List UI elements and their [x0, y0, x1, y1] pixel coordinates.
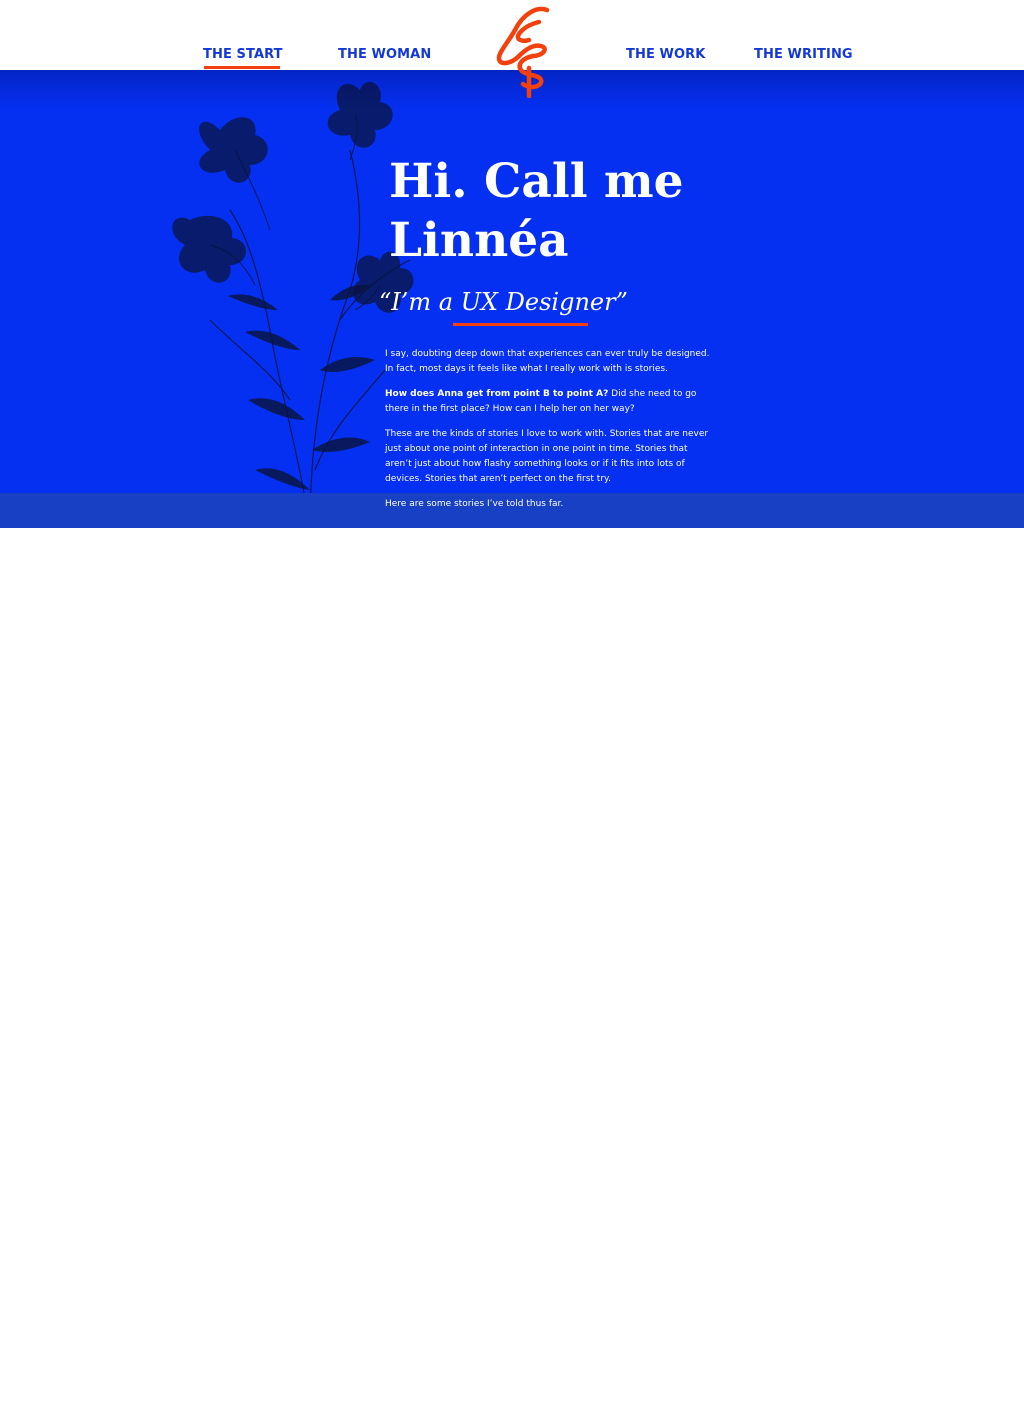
- nav-the-woman[interactable]: THE WOMAN: [338, 47, 431, 62]
- intro-question: How does Anna get from point B to point …: [385, 389, 609, 399]
- hero-title-line-2: Linnéa: [389, 213, 569, 268]
- nav-the-start[interactable]: THE START: [203, 47, 283, 69]
- intro-paragraph-2: How does Anna get from point B to point …: [385, 387, 713, 417]
- ls-monogram-logo-icon[interactable]: [493, 4, 555, 98]
- hero-section: Hi. Call me Linnéa “I’m a UX Designer” I…: [0, 70, 1024, 528]
- hero-title: Hi. Call me Linnéa: [389, 152, 729, 270]
- intro-paragraph-3: These are the kinds of stories I love to…: [385, 429, 709, 484]
- intro-paragraph-1: I say, doubting deep down that experienc…: [385, 349, 710, 374]
- intro-paragraph-4: Here are some stories I’ve told thus far…: [385, 499, 564, 509]
- hero-content: Hi. Call me Linnéa “I’m a UX Designer” I…: [0, 70, 1024, 528]
- intro-text: I say, doubting deep down that experienc…: [385, 347, 713, 522]
- hero-title-line-1: Hi. Call me: [389, 154, 684, 209]
- hero-subtitle: “I’m a UX Designer”: [379, 288, 628, 316]
- nav-the-work[interactable]: THE WORK: [626, 47, 705, 62]
- nav-the-writing[interactable]: THE WRITING: [754, 47, 853, 62]
- subtitle-underline: [453, 323, 588, 326]
